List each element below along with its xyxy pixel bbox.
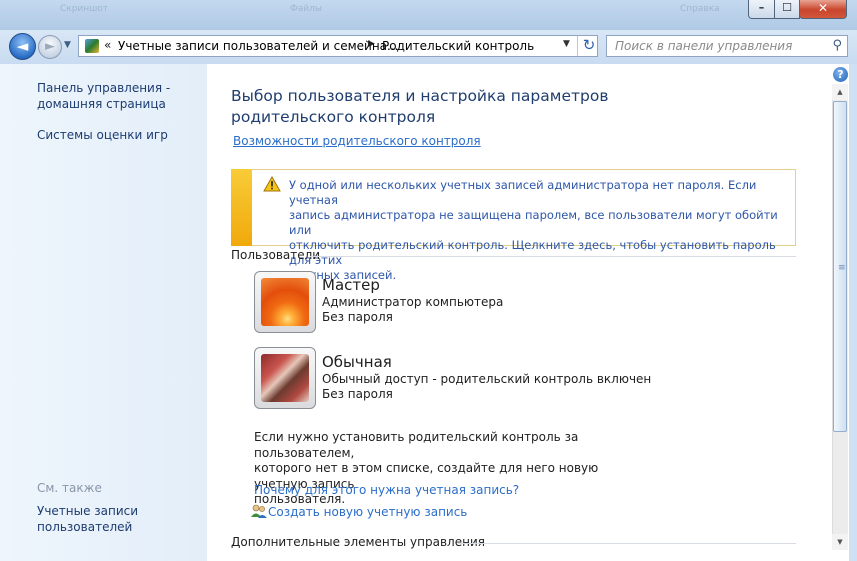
minimize-button[interactable]: – <box>748 0 775 19</box>
breadcrumb-parental-controls[interactable]: Родительский контроль <box>382 39 534 53</box>
why-account-needed-link[interactable]: Почему для этого нужна учетная запись? <box>254 483 519 497</box>
breadcrumb-user-accounts[interactable]: Учетные записи пользователей и семейна..… <box>118 39 398 53</box>
control-panel-icon <box>85 39 99 53</box>
breadcrumb-separator-icon[interactable]: ▶ <box>368 39 375 49</box>
address-dropdown-icon[interactable]: ▼ <box>563 39 570 49</box>
page-title-line: родительского контроля <box>231 108 436 126</box>
sidebar-item-label: пользователей <box>37 520 133 534</box>
warning-stripe <box>231 169 252 246</box>
forward-arrow-icon: ► <box>45 39 55 54</box>
user-role-master: Администратор компьютера <box>322 295 504 309</box>
minimize-icon: – <box>758 1 765 14</box>
warning-message[interactable]: У одной или нескольких учетных записей а… <box>289 178 789 283</box>
more-settings-heading: Дополнительные элементы управления <box>231 535 485 549</box>
section-divider <box>458 543 796 544</box>
page-title-line: Выбор пользователя и настройка параметро… <box>231 87 609 105</box>
scroll-down-icon[interactable]: ▼ <box>832 534 848 550</box>
users-heading: Пользователи <box>231 248 321 262</box>
back-arrow-icon: ◄ <box>16 37 29 55</box>
flower-picture <box>261 278 309 326</box>
section-divider <box>310 256 796 257</box>
users-icon <box>251 504 267 518</box>
warning-line: У одной или нескольких учетных записей а… <box>289 178 757 207</box>
user-name-standard[interactable]: Обычная <box>322 353 392 371</box>
create-account-link[interactable]: Создать новую учетную запись <box>268 505 467 519</box>
ghost-label: Скриншот <box>60 4 109 14</box>
warning-line: отключить родительский контроль. Щелкнит… <box>289 238 776 267</box>
warning-line: запись администратора не защищена пароле… <box>289 208 778 237</box>
title-bar <box>0 0 857 30</box>
sidebar-item-home[interactable]: Панель управления - домашняя страница <box>37 80 170 112</box>
sidebar-item-game-ratings[interactable]: Системы оценки игр <box>37 127 168 143</box>
close-button[interactable]: ✕ <box>799 0 847 19</box>
see-also-heading: См. также <box>37 481 102 495</box>
breadcrumb-overflow-icon[interactable]: « <box>104 38 111 52</box>
refresh-icon[interactable]: ↻ <box>577 36 600 56</box>
history-dropdown-icon[interactable]: ▼ <box>64 40 71 50</box>
search-box[interactable]: Поиск в панели управления ⚲ <box>606 35 848 57</box>
maximize-icon: ☐ <box>782 1 792 14</box>
user-role-standard: Обычный доступ - родительский контроль в… <box>322 372 652 386</box>
warning-icon <box>263 176 281 192</box>
user-avatar-standard[interactable] <box>254 347 316 409</box>
sidebar-item-label: домашняя страница <box>37 97 166 111</box>
help-icon[interactable]: ? <box>833 67 848 82</box>
user-password-standard: Без пароля <box>322 387 393 401</box>
sidebar-item-user-accounts[interactable]: Учетные записи пользователей <box>37 503 138 535</box>
address-bar[interactable]: « Учетные записи пользователей и семейна… <box>78 35 598 57</box>
note-line: Если нужно установить родительский контр… <box>254 430 579 460</box>
close-icon: ✕ <box>817 1 829 15</box>
maximize-button[interactable]: ☐ <box>774 0 800 19</box>
forward-button[interactable]: ► <box>38 35 62 59</box>
ghost-label: Файлы <box>290 4 322 14</box>
page-title: Выбор пользователя и настройка параметро… <box>231 86 651 128</box>
user-password-master: Без пароля <box>322 310 393 324</box>
sidebar-item-label: Панель управления - <box>37 81 171 95</box>
pattern-picture <box>261 354 309 402</box>
scroll-up-icon[interactable]: ▲ <box>832 84 848 100</box>
scrollbar-grip-icon: ≡ <box>838 263 846 273</box>
search-input[interactable]: Поиск в панели управления <box>615 39 792 53</box>
search-icon[interactable]: ⚲ <box>832 38 842 53</box>
user-avatar-master[interactable] <box>254 271 316 333</box>
parental-controls-features-link[interactable]: Возможности родительского контроля <box>233 134 481 148</box>
back-button[interactable]: ◄ <box>9 33 36 60</box>
sidebar-item-label: Учетные записи <box>37 504 139 518</box>
user-name-master[interactable]: Мастер <box>322 276 380 294</box>
ghost-label: Справка <box>680 4 720 14</box>
